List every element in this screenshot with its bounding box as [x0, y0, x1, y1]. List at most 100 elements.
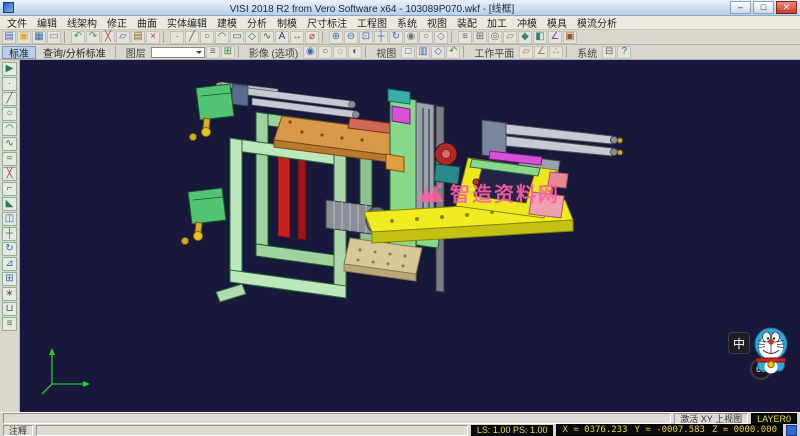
scale-icon[interactable]: ⊿	[2, 257, 17, 271]
wireframe-view-icon[interactable]: ○	[419, 31, 433, 44]
ime-badge[interactable]: 中	[728, 332, 750, 354]
menu-item[interactable]: 编辑	[32, 15, 62, 30]
menu-item[interactable]: 加工	[482, 15, 512, 30]
mold-icon[interactable]: ▣	[563, 31, 577, 44]
pan-icon[interactable]: ┼	[374, 31, 388, 44]
explode-icon[interactable]: ∗	[2, 287, 17, 301]
menu-item[interactable]: 尺寸标注	[302, 15, 352, 30]
hidden-line-icon[interactable]: ◌	[333, 46, 347, 59]
circle-tool-icon[interactable]: ○	[2, 107, 17, 121]
arc-tool-icon[interactable]: ◠	[2, 122, 17, 136]
dimension-icon[interactable]: ↔	[290, 31, 304, 44]
rotate-icon[interactable]: ↻	[2, 242, 17, 256]
cut-icon[interactable]: ╳	[101, 31, 115, 44]
menu-item[interactable]: 工程图	[352, 15, 392, 30]
prompt-field[interactable]	[3, 413, 671, 424]
copy-icon[interactable]: ▱	[116, 31, 130, 44]
system-settings-icon[interactable]: ⊟	[602, 46, 616, 59]
print-icon[interactable]: ▭	[47, 31, 61, 44]
workplane-icon[interactable]: ▱	[503, 31, 517, 44]
view-previous-icon[interactable]: ↶	[446, 46, 460, 59]
shaded-view-icon[interactable]: ◉	[404, 31, 418, 44]
wireframe-render-icon[interactable]: ○	[318, 46, 332, 59]
trim-icon[interactable]: ╳	[2, 167, 17, 181]
corner-icon[interactable]: ⌐	[2, 182, 17, 196]
workplane-xy-icon[interactable]: ▱	[519, 46, 533, 59]
workplane-3pt-icon[interactable]: ∴	[549, 46, 563, 59]
new-file-icon[interactable]: ▤	[2, 31, 16, 44]
model-rails[interactable]	[216, 82, 360, 118]
save-icon[interactable]: ▦	[32, 31, 46, 44]
layer-indicator[interactable]: LAYER0	[751, 413, 797, 424]
group-icon[interactable]: ⊔	[2, 302, 17, 316]
tab-query-analysis[interactable]: 查询/分析标准	[37, 46, 112, 59]
open-file-icon[interactable]: ▣	[17, 31, 31, 44]
grid-icon[interactable]: ⊞	[473, 31, 487, 44]
move-icon[interactable]: ┼	[2, 227, 17, 241]
paste-icon[interactable]: ▤	[131, 31, 145, 44]
menu-item[interactable]: 曲面	[132, 15, 162, 30]
zoom-out-icon[interactable]: ⊖	[344, 31, 358, 44]
solid-icon[interactable]: ◆	[518, 31, 532, 44]
surface-icon[interactable]: ◧	[533, 31, 547, 44]
viewport[interactable]: 智造资料网 中 63	[20, 60, 800, 412]
menu-item[interactable]: 视图	[422, 15, 452, 30]
menu-item[interactable]: 实体编辑	[162, 15, 212, 30]
spline-tool-icon[interactable]: ∿	[2, 137, 17, 151]
mirror-icon[interactable]: ◫	[2, 212, 17, 226]
view-iso-icon[interactable]: ◇	[431, 46, 445, 59]
maximize-button[interactable]: □	[753, 1, 774, 14]
rectangle-icon[interactable]: ▭	[230, 31, 244, 44]
layer-new-icon[interactable]: ⊞	[221, 46, 235, 59]
undo-icon[interactable]: ↶	[71, 31, 85, 44]
menu-item[interactable]: 装配	[452, 15, 482, 30]
menu-item[interactable]: 制模	[272, 15, 302, 30]
point-icon[interactable]: ∙	[170, 31, 184, 44]
properties-icon[interactable]: ≡	[2, 317, 17, 331]
snap-icon[interactable]: ◎	[488, 31, 502, 44]
minimize-button[interactable]: –	[730, 1, 751, 14]
workplane-align-icon[interactable]: ∠	[534, 46, 548, 59]
tab-standard[interactable]: 标准	[2, 46, 36, 59]
iso-view-icon[interactable]: ◇	[434, 31, 448, 44]
render-options-icon[interactable]: ◐	[348, 46, 362, 59]
layer-select[interactable]	[151, 47, 205, 58]
zoom-fit-icon[interactable]: ⊡	[359, 31, 373, 44]
model-clamp-pads[interactable]	[182, 84, 235, 245]
menu-item[interactable]: 文件	[2, 15, 32, 30]
analysis-icon[interactable]: ∠	[548, 31, 562, 44]
circle-icon[interactable]: ○	[200, 31, 214, 44]
view-top-icon[interactable]: □	[401, 46, 415, 59]
arc-icon[interactable]: ◠	[215, 31, 229, 44]
spline-icon[interactable]: ∿	[260, 31, 274, 44]
menu-item[interactable]: 分析	[242, 15, 272, 30]
array-icon[interactable]: ⊞	[2, 272, 17, 286]
line-icon[interactable]: ╱	[185, 31, 199, 44]
shaded-render-icon[interactable]: ◉	[303, 46, 317, 59]
offset-icon[interactable]: ≈	[2, 152, 17, 166]
view-front-icon[interactable]: ▥	[416, 46, 430, 59]
grip-icon[interactable]	[786, 425, 797, 436]
menu-item[interactable]: 模流分析	[572, 15, 622, 30]
menu-item[interactable]: 建模	[212, 15, 242, 30]
system-help-icon[interactable]: ?	[617, 46, 631, 59]
active-view-label[interactable]: 激活 XY 上视图	[674, 413, 748, 424]
layers-icon[interactable]: ≡	[458, 31, 472, 44]
zoom-in-icon[interactable]: ⊕	[329, 31, 343, 44]
title-bar[interactable]: VISI 2018 R2 from Vero Software x64 - 10…	[0, 0, 800, 16]
rotate-view-icon[interactable]: ↻	[389, 31, 403, 44]
measure-icon[interactable]: ⌀	[305, 31, 319, 44]
note-button[interactable]: 注释	[3, 425, 33, 436]
polygon-icon[interactable]: ◇	[245, 31, 259, 44]
close-button[interactable]: ✕	[776, 1, 797, 14]
menu-item[interactable]: 冲模	[512, 15, 542, 30]
menu-item[interactable]: 系统	[392, 15, 422, 30]
chamfer-icon[interactable]: ◣	[2, 197, 17, 211]
line-tool-icon[interactable]: ╱	[2, 92, 17, 106]
menu-item[interactable]: 修正	[102, 15, 132, 30]
menu-item[interactable]: 线架构	[62, 15, 102, 30]
select-icon[interactable]: ▶	[2, 62, 17, 76]
text-icon[interactable]: A	[275, 31, 289, 44]
layer-manager-icon[interactable]: ≡	[206, 46, 220, 59]
point-tool-icon[interactable]: ∙	[2, 77, 17, 91]
